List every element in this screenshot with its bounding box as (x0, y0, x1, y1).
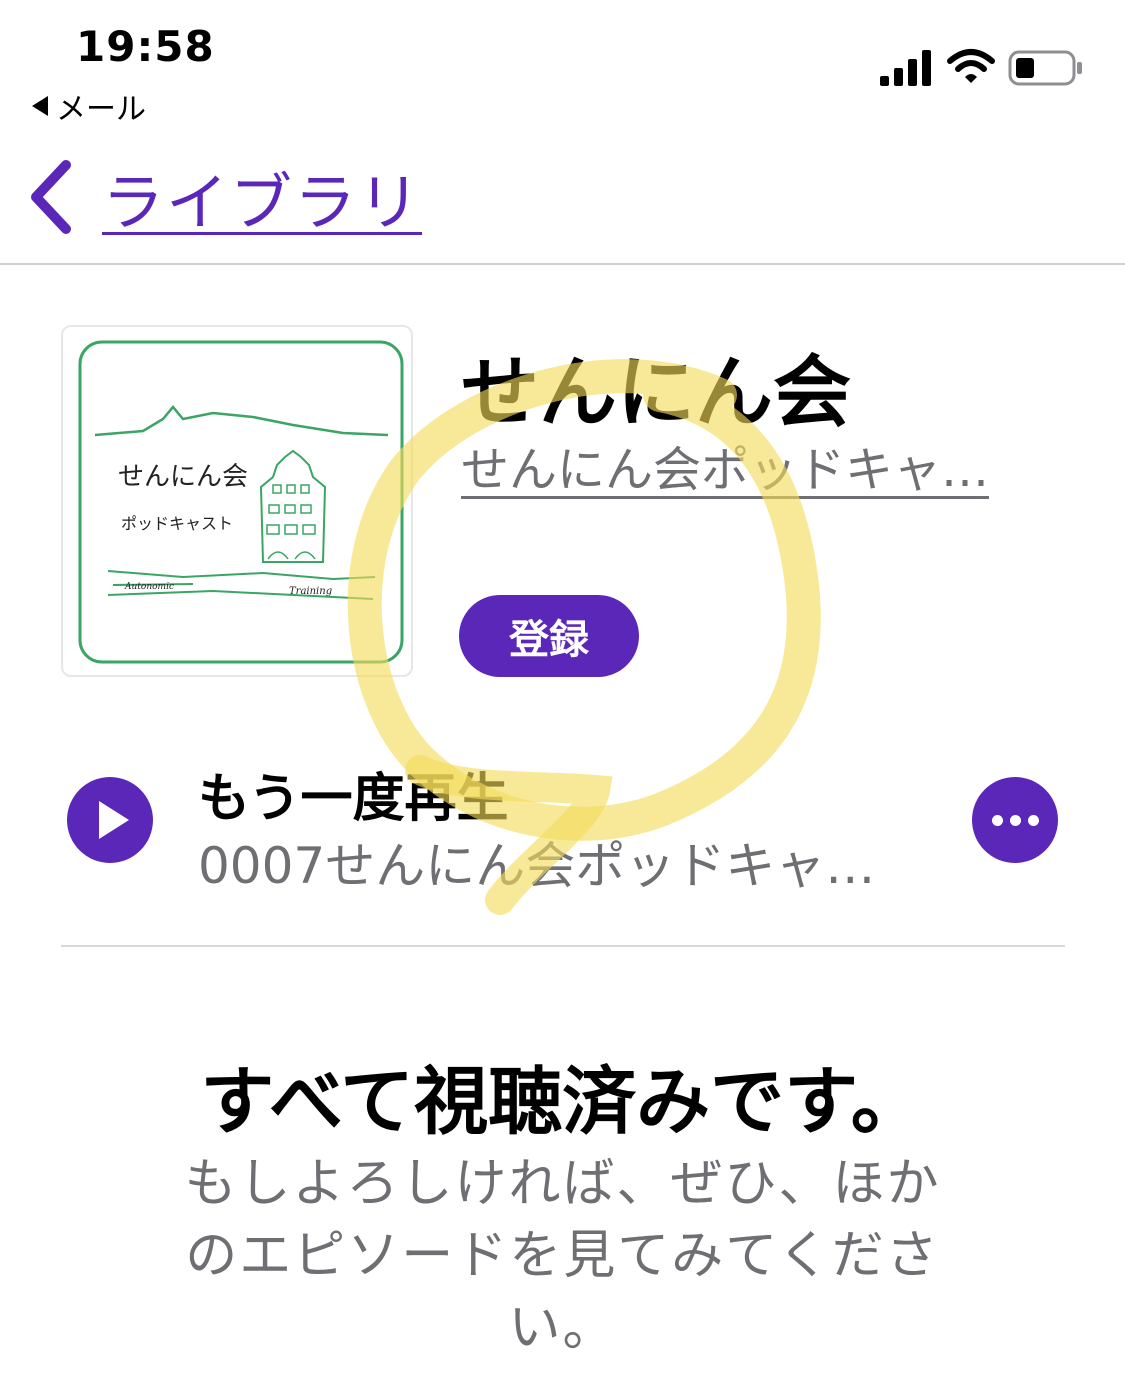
artwork-title: せんにん会 (118, 462, 248, 492)
library-back-button[interactable]: ライブラリ (26, 152, 422, 242)
chevron-left-icon (31, 160, 71, 234)
section-divider (61, 945, 1065, 947)
cellular-signal-icon (880, 50, 931, 86)
subscribe-button[interactable]: 登録 (459, 595, 639, 677)
podcast-show-screen: 19:58 メール ライブラリ せんにん会 ポッドキャスト Autonomic … (0, 0, 1125, 1381)
artwork-illustration: せんにん会 ポッドキャスト Autonomic Training (78, 340, 404, 664)
play-button[interactable] (67, 777, 153, 863)
empty-state-message: もしよろしければ、ぜひ、ほかのエピソードを見てみてください。 (184, 1154, 941, 1358)
battery-icon (1008, 50, 1082, 86)
podcast-title: せんにん会 (461, 348, 852, 438)
more-dot-icon (991, 814, 1003, 826)
replay-label: もう一度再生 (198, 769, 509, 829)
status-time: 19:58 (76, 22, 215, 71)
replay-episode-title[interactable]: 0007せんにん会ポッドキャ… (198, 826, 924, 898)
artwork-right-caption: Training (289, 586, 332, 597)
library-back-label: ライブラリ (102, 166, 423, 239)
podcast-artwork[interactable]: せんにん会 ポッドキャスト Autonomic Training (61, 325, 413, 677)
back-app-label: メール (56, 92, 146, 127)
artwork-subtitle: ポッドキャスト (121, 514, 233, 533)
podcast-author-link[interactable]: せんにん会ポッドキャ… (461, 430, 1047, 500)
empty-state-title: すべて視聴済みです。 (200, 1059, 925, 1145)
artwork-left-caption: Autonomic (124, 582, 174, 592)
more-dot-icon (1027, 814, 1039, 826)
wifi-icon (947, 49, 995, 83)
more-dot-icon (1009, 814, 1021, 826)
back-to-app-link[interactable]: メール (32, 84, 146, 128)
more-options-button[interactable] (972, 777, 1058, 863)
nav-divider (0, 263, 1125, 265)
back-triangle-icon (32, 96, 48, 116)
play-icon (99, 801, 129, 839)
